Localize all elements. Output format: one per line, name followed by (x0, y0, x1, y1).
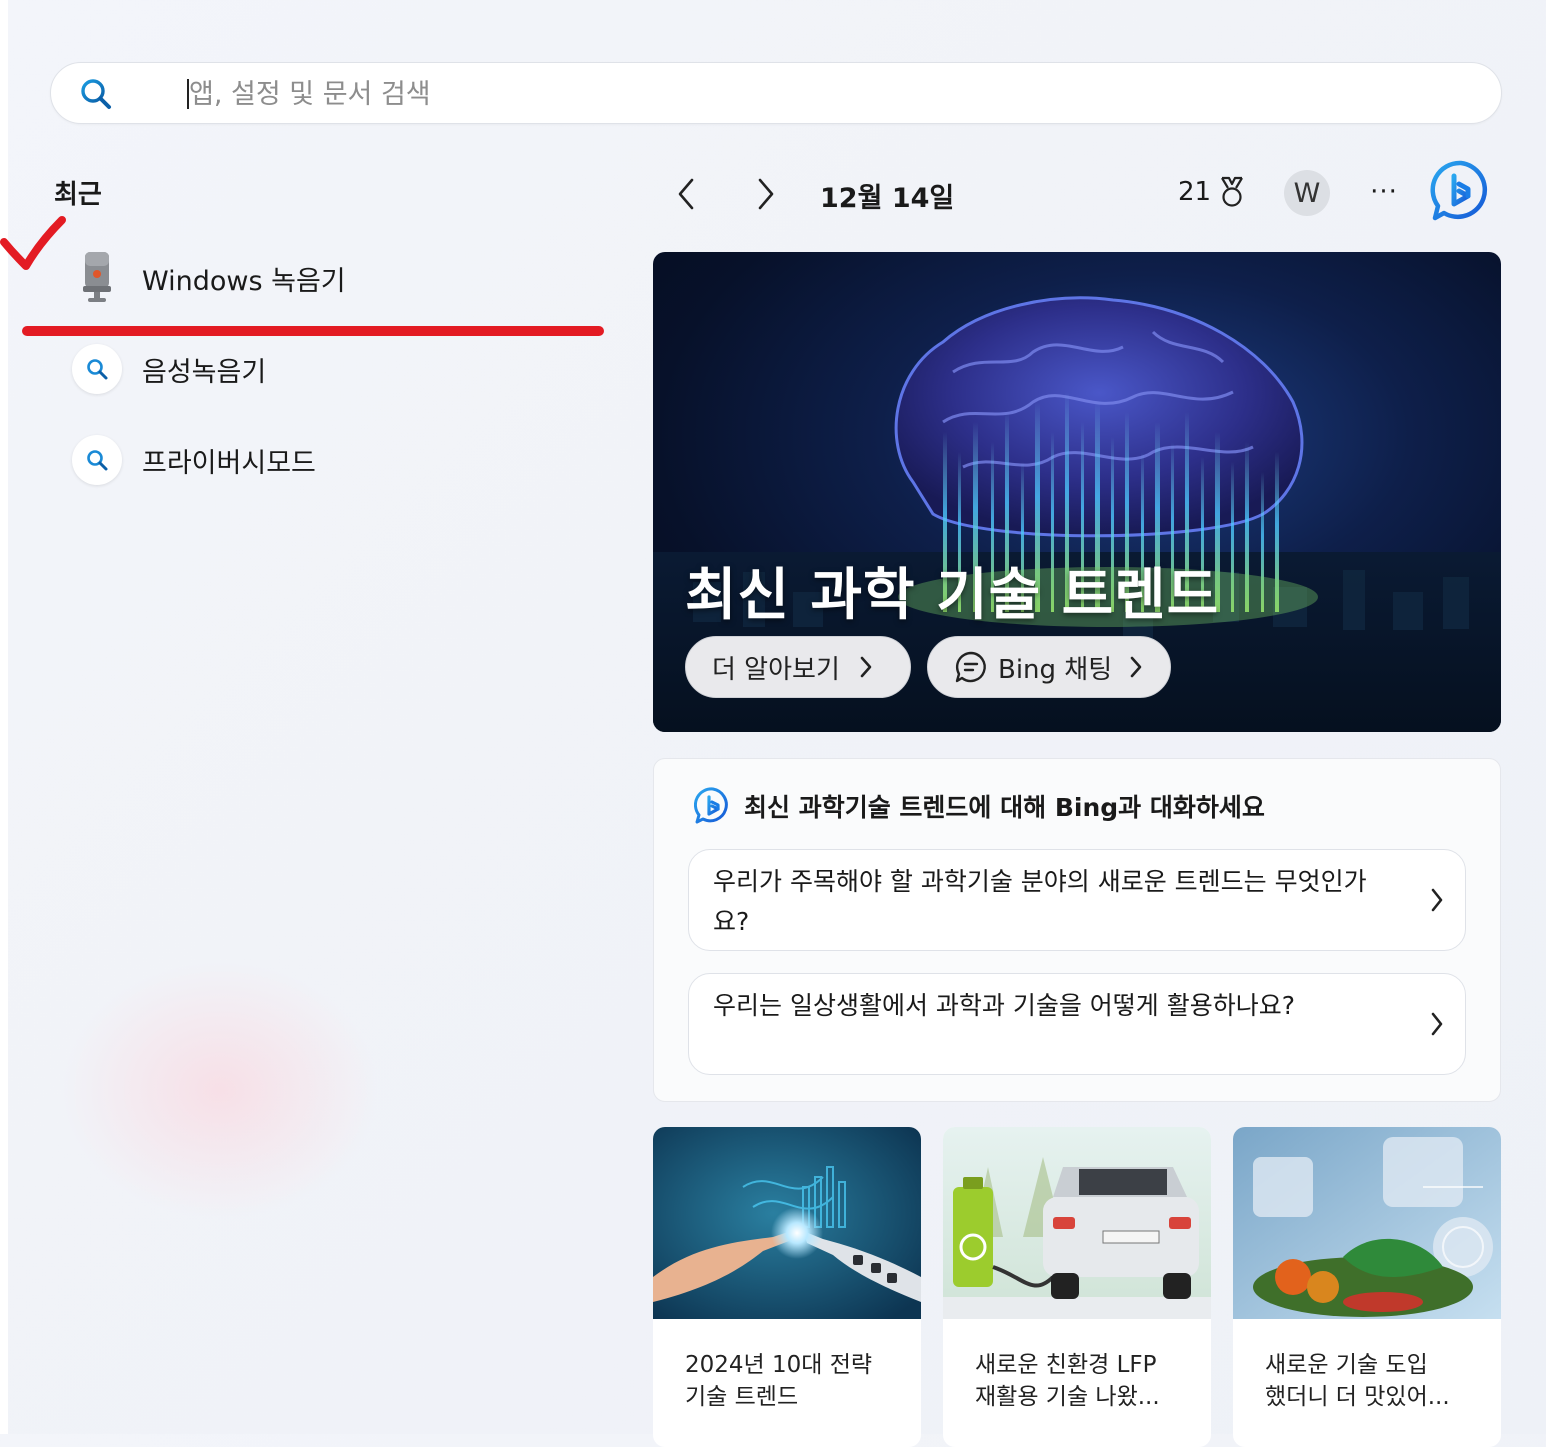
news-card-1[interactable]: 2024년 10대 전략 기술 트렌드 (653, 1127, 921, 1447)
recent-item-label: 프라이버시모드 (142, 447, 316, 479)
date-label: 12월 14일 (820, 183, 955, 214)
chevron-right-icon (1431, 888, 1443, 912)
chevron-right-icon (860, 656, 872, 678)
more-options-button[interactable]: ··· (1362, 170, 1406, 214)
microphone-icon (72, 252, 122, 303)
rewards-points[interactable]: 21 (1178, 176, 1247, 208)
chat-card-title: 최신 과학기술 트렌드에 대해 Bing과 대화하세요 (694, 787, 1265, 825)
bing-chat-card: 최신 과학기술 트렌드에 대해 Bing과 대화하세요 우리가 주목해야 할 과… (653, 758, 1501, 1102)
chat-question-text: 우리는 일상생활에서 과학과 기술을 어떻게 활용하나요? (713, 991, 1296, 1020)
annotation-checkmark-icon (0, 216, 66, 270)
learn-more-label: 더 알아보기 (712, 654, 840, 685)
chevron-left-icon (678, 178, 694, 210)
news-title: 새로운 기술 도입 했더니 더 맛있어... (1265, 1352, 1450, 1410)
bing-chat-icon[interactable] (1430, 160, 1492, 222)
bing-chat-label: Bing 채팅 (998, 654, 1113, 685)
recent-item-voice-recorder-search[interactable]: 음성녹음기 (72, 337, 266, 401)
search-icon (81, 79, 111, 109)
news-card-3[interactable]: 새로운 기술 도입 했더니 더 맛있어... (1233, 1127, 1501, 1447)
hero-card[interactable]: 최신 과학 기술 트렌드 더 알아보기 Bing 채팅 (653, 252, 1501, 732)
search-icon (72, 344, 122, 394)
chat-question-1[interactable]: 우리가 주목해야 할 과학기술 분야의 새로운 트렌드는 무엇인가요? (688, 849, 1466, 951)
news-title: 새로운 친환경 LFP 재활용 기술 나왔... (975, 1352, 1160, 1410)
recent-item-windows-recorder[interactable]: Windows 녹음기 (72, 246, 346, 310)
search-icon (72, 435, 122, 485)
medal-icon (1221, 176, 1244, 207)
chevron-right-icon (758, 178, 774, 210)
points-count: 21 (1178, 177, 1212, 207)
news-card-2[interactable]: 새로운 친환경 LFP 재활용 기술 나왔... (943, 1127, 1211, 1447)
avatar[interactable]: W (1284, 170, 1330, 216)
chat-question-2[interactable]: 우리는 일상생활에서 과학과 기술을 어떻게 활용하나요? (688, 973, 1466, 1075)
chat-card-title-text: 최신 과학기술 트렌드에 대해 Bing과 대화하세요 (744, 793, 1265, 822)
recent-item-privacy-mode-search[interactable]: 프라이버시모드 (72, 428, 316, 492)
chat-question-text: 우리가 주목해야 할 과학기술 분야의 새로운 트렌드는 무엇인가요? (713, 867, 1367, 936)
recent-item-label: 음성녹음기 (142, 356, 267, 388)
bing-chat-button[interactable]: Bing 채팅 (927, 636, 1171, 698)
recent-item-label: Windows 녹음기 (142, 265, 346, 297)
news-title: 2024년 10대 전략 기술 트렌드 (685, 1352, 873, 1410)
bing-icon (694, 787, 728, 824)
chevron-right-icon (1130, 656, 1142, 678)
news-thumbnail-robot-hand (653, 1127, 921, 1319)
next-button[interactable] (744, 170, 788, 218)
search-bar[interactable] (50, 62, 1502, 124)
search-input[interactable] (189, 73, 1389, 115)
previous-button[interactable] (664, 170, 708, 218)
hero-title: 최신 과학 기술 트렌드 (685, 563, 1220, 628)
news-thumbnail-food-tech (1233, 1127, 1501, 1319)
learn-more-button[interactable]: 더 알아보기 (685, 636, 911, 698)
chat-bubble-icon (955, 651, 986, 683)
background-glow (60, 960, 380, 1220)
recent-heading: 최근 (54, 180, 102, 210)
annotation-underline (22, 326, 604, 336)
news-thumbnail-electric-car (943, 1127, 1211, 1319)
chevron-right-icon (1431, 1012, 1443, 1036)
